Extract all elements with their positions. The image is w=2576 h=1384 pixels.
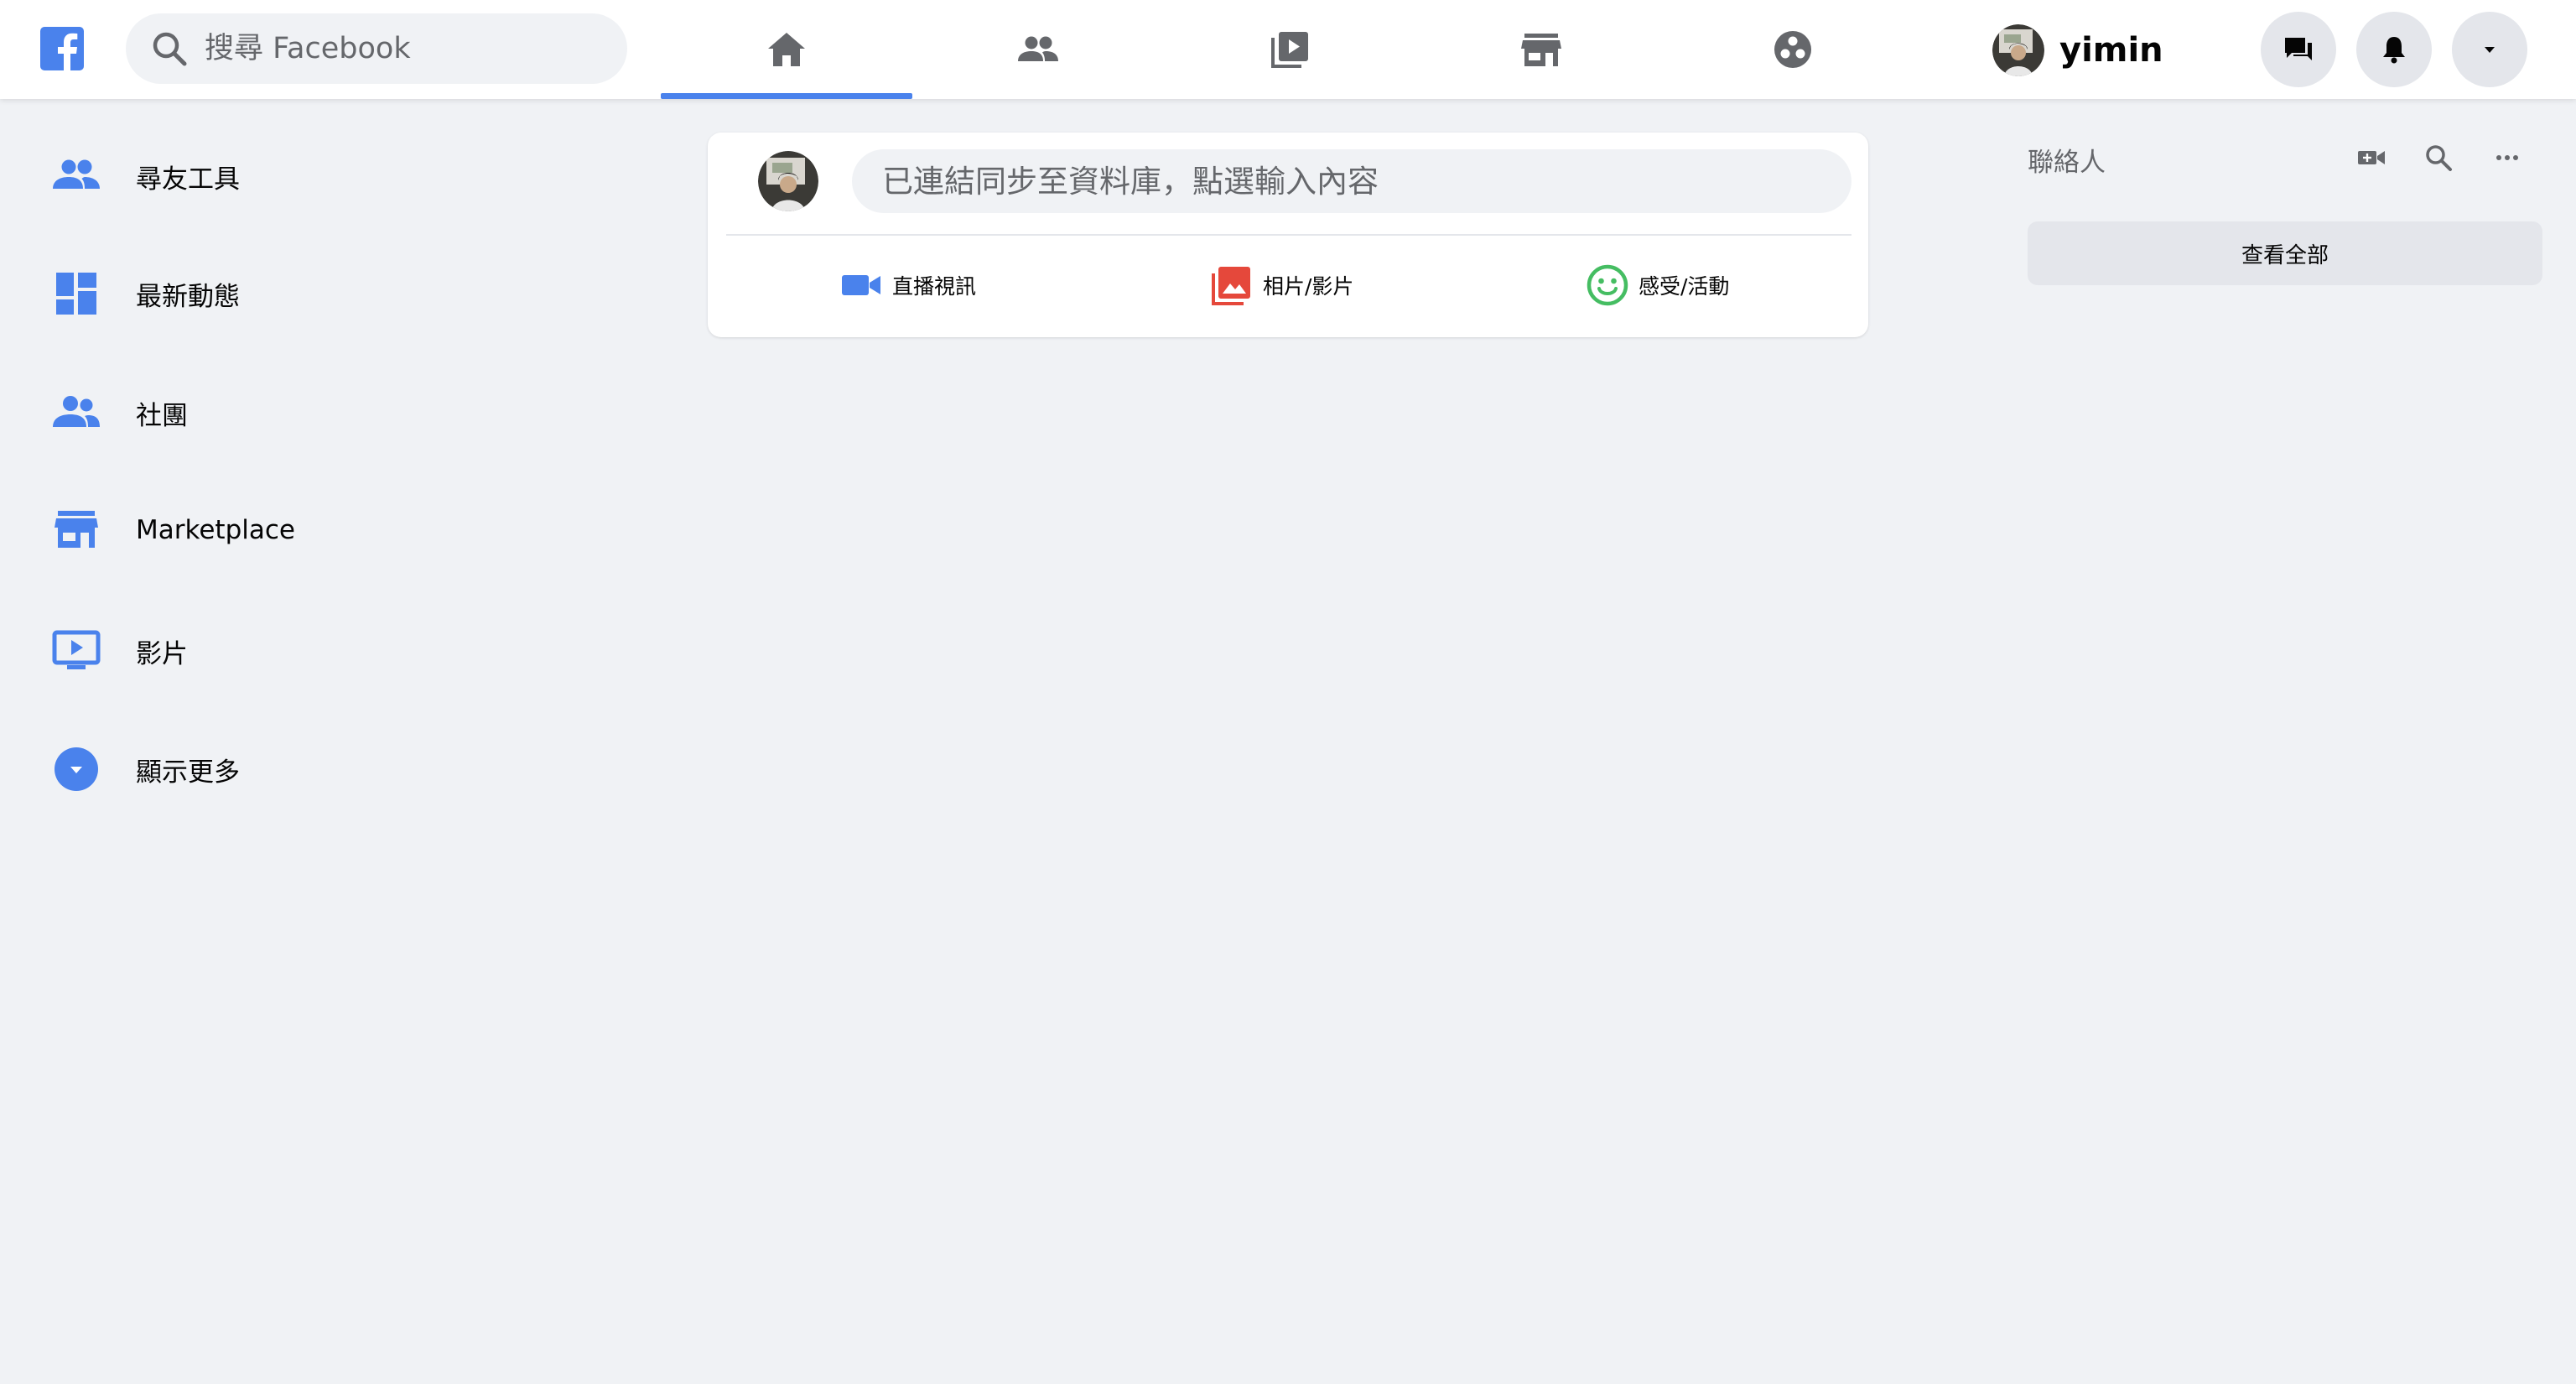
- sidebar-item-label: Marketplace: [136, 515, 295, 545]
- facebook-logo-icon[interactable]: [40, 27, 84, 70]
- sidebar-item-news-feed[interactable]: 最新動態: [49, 256, 501, 331]
- photo-video-button[interactable]: 相片/影片: [1209, 258, 1353, 312]
- groups-icon: [53, 396, 100, 427]
- video-icon: [52, 630, 101, 669]
- search-icon: [2426, 145, 2452, 171]
- search-box[interactable]: [126, 13, 627, 84]
- sidebar-item-find-friends[interactable]: 尋友工具: [49, 138, 501, 214]
- sidebar-item-marketplace[interactable]: Marketplace: [49, 492, 501, 568]
- friends-icon: [53, 159, 100, 189]
- sidebar-item-show-more[interactable]: 顯示更多: [49, 731, 501, 807]
- see-all-button[interactable]: 查看全部: [2028, 221, 2542, 285]
- live-video-button[interactable]: 直播視訊: [839, 258, 976, 312]
- composer-input-box[interactable]: [852, 149, 1852, 213]
- chevron-down-icon: [55, 747, 98, 791]
- contacts-options-button[interactable]: [2489, 139, 2526, 176]
- live-video-label: 直播視訊: [892, 274, 977, 299]
- messenger-icon: [2285, 38, 2312, 60]
- contacts-heading: 聯絡人: [2028, 148, 2106, 178]
- avatar: [1992, 24, 2044, 76]
- live-video-icon: [842, 275, 880, 295]
- tab-watch[interactable]: [1164, 0, 1415, 99]
- tab-friends[interactable]: [912, 0, 1164, 99]
- account-menu-button[interactable]: [2452, 12, 2527, 87]
- search-icon: [153, 32, 187, 66]
- search-input[interactable]: [205, 32, 590, 65]
- news-feed-icon: [56, 273, 96, 315]
- tab-groups[interactable]: [1667, 0, 1919, 99]
- bell-icon: [2383, 37, 2405, 64]
- sidebar-item-label: 尋友工具: [136, 164, 240, 195]
- post-composer: 直播視訊 相片/影片 感受/活動: [708, 133, 1868, 337]
- tab-marketplace[interactable]: [1415, 0, 1667, 99]
- watch-video-icon: [1271, 32, 1308, 68]
- composer-input[interactable]: [882, 163, 1821, 200]
- more-options-icon: [2496, 155, 2518, 160]
- new-room-button[interactable]: [2353, 139, 2390, 176]
- smiley-icon: [1587, 264, 1628, 306]
- photo-video-label: 相片/影片: [1263, 274, 1354, 299]
- profile-name: yimin: [2059, 31, 2163, 70]
- caret-down-icon: [2485, 47, 2495, 53]
- profile-button[interactable]: yimin: [1992, 18, 2163, 82]
- divider: [726, 234, 1852, 236]
- sidebar-item-label: 影片: [136, 638, 188, 669]
- sidebar-item-label: 社團: [136, 400, 188, 431]
- feeling-activity-label: 感受/活動: [1639, 274, 1730, 299]
- top-navigation-bar: yimin: [0, 0, 2576, 99]
- search-contacts-button[interactable]: [2420, 139, 2457, 176]
- marketplace-icon: [55, 511, 98, 548]
- messenger-button[interactable]: [2261, 12, 2336, 87]
- tab-home[interactable]: [661, 0, 912, 99]
- video-call-plus-icon: [2358, 151, 2385, 164]
- sidebar-item-groups[interactable]: 社團: [49, 375, 501, 450]
- sidebar-item-label: 最新動態: [136, 281, 240, 312]
- groups-icon: [1774, 31, 1811, 68]
- home-icon: [768, 33, 805, 66]
- avatar[interactable]: [758, 151, 818, 211]
- marketplace-icon: [1521, 34, 1561, 66]
- notifications-button[interactable]: [2356, 12, 2432, 87]
- feeling-activity-button[interactable]: 感受/活動: [1585, 258, 1729, 312]
- friends-icon: [1018, 36, 1058, 61]
- photo-icon: [1212, 267, 1250, 305]
- sidebar-item-videos[interactable]: 影片: [49, 613, 501, 689]
- sidebar-item-label: 顯示更多: [136, 757, 240, 788]
